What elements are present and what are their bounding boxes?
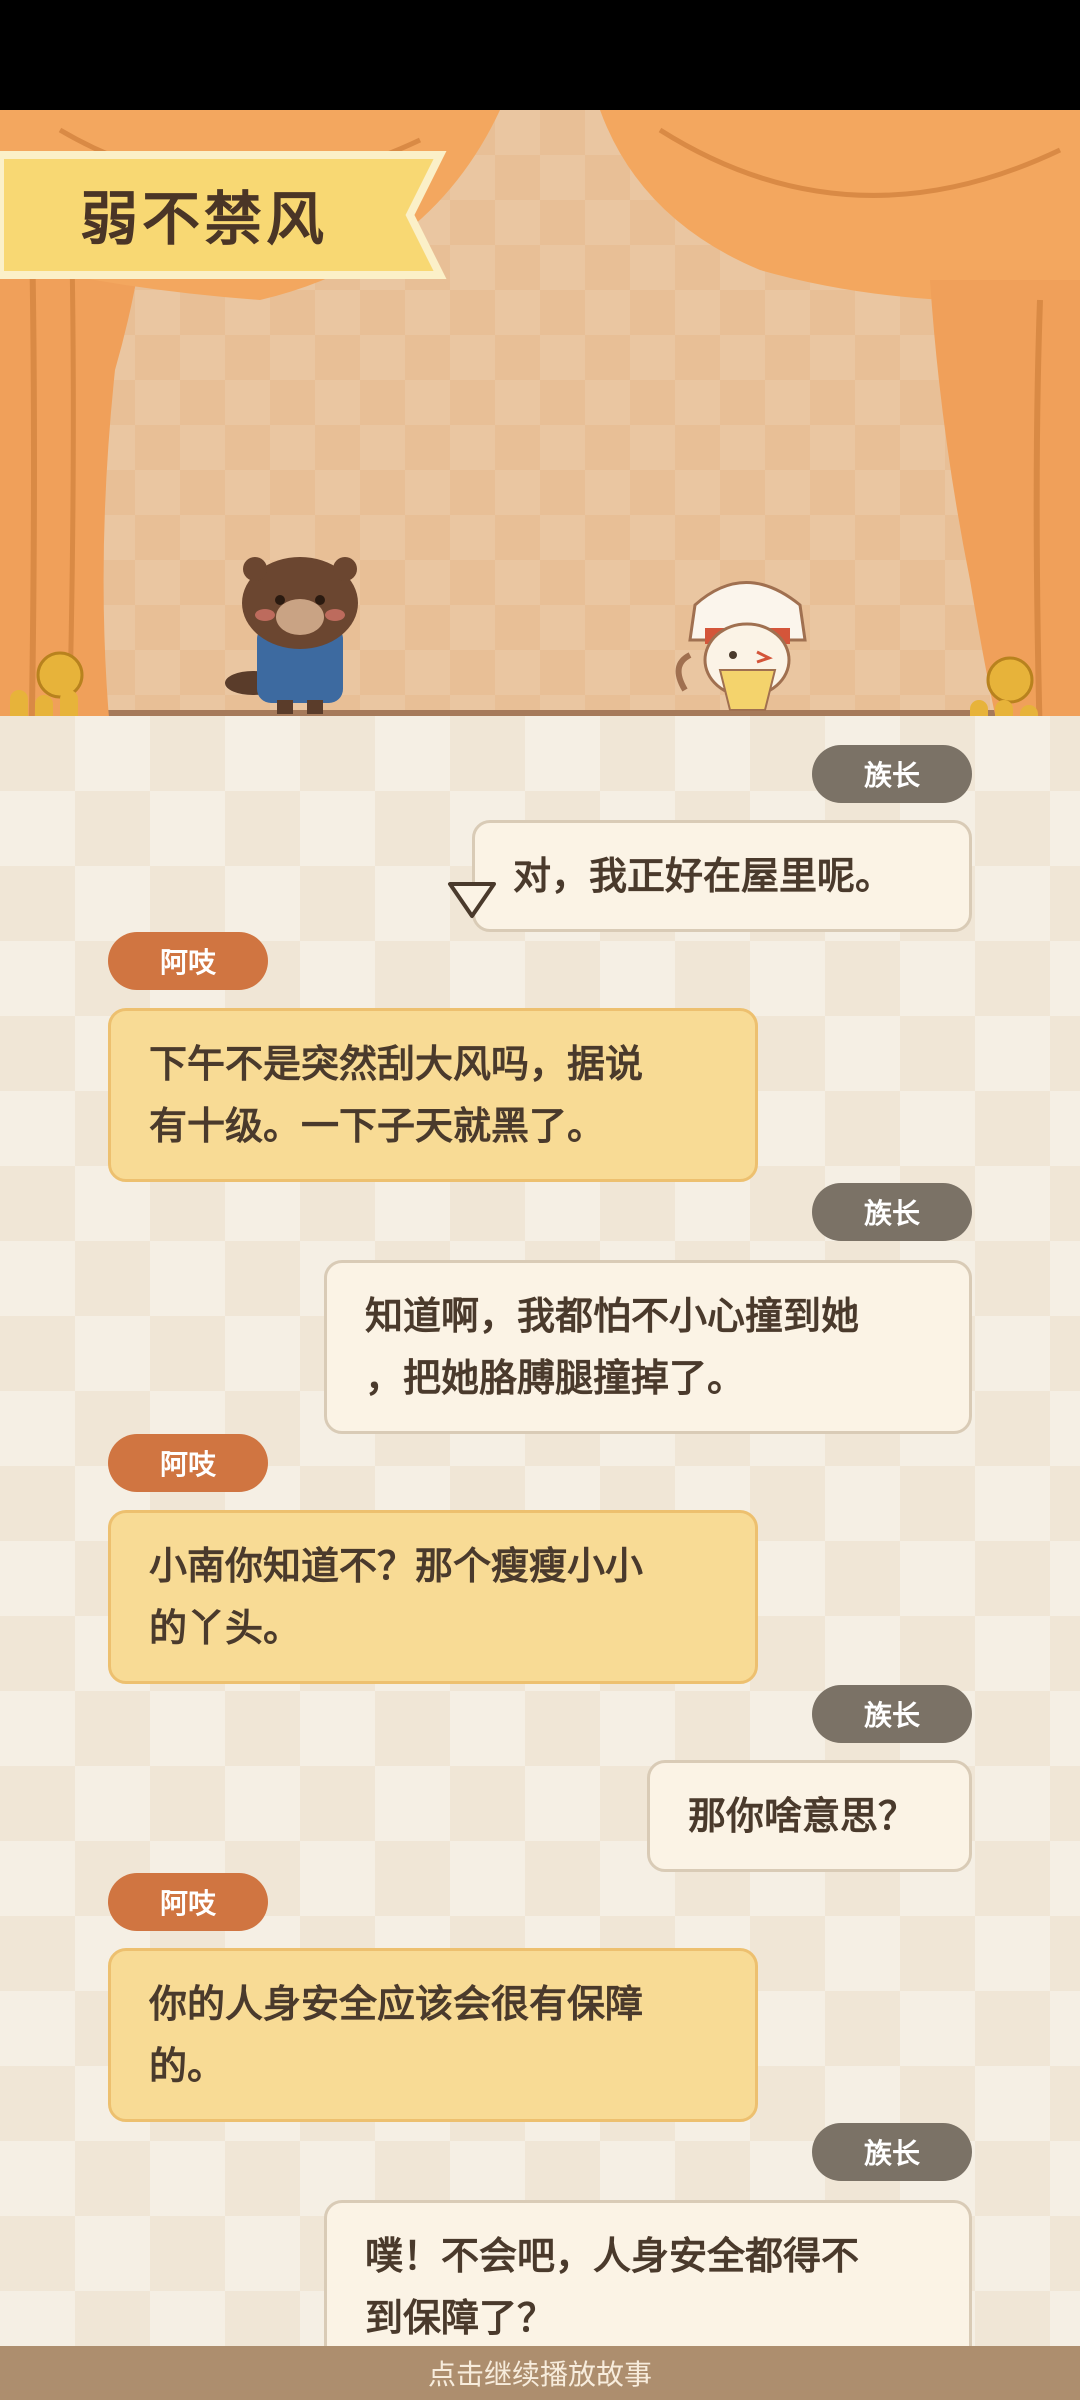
dialogue-bubble-4: 小南你知道不？那个瘦瘦小小 的丫头。 [108, 1510, 758, 1684]
beaver-character [225, 557, 358, 714]
speaker-tag-axi: 阿吱 [108, 1873, 268, 1931]
chief-character [675, 581, 807, 711]
dialogue-bubble-2: 下午不是突然刮大风吗，据说 有十级。一下子天就黑了。 [108, 1008, 758, 1182]
continue-story-label: 点击继续播放故事 [427, 2358, 652, 2391]
dialogue-bubble-6: 你的人身安全应该会很有保障 的。 [108, 1948, 758, 2122]
speaker-tag-chief: 族长 [812, 1183, 972, 1241]
speaker-tag-chief: 族长 [812, 745, 972, 803]
dialogue-bubble-3: 知道啊，我都怕不小心撞到她 ，把她胳膊腿撞掉了。 [324, 1260, 972, 1434]
story-title: 弱不禁风 [80, 185, 329, 253]
speaker-tag-chief: 族长 [812, 2123, 972, 2181]
speaker-tag-axi: 阿吱 [108, 1434, 268, 1492]
continue-arrow-icon [448, 882, 496, 918]
dialogue-bubble-5: 那你啥意思？ [647, 1760, 972, 1872]
speaker-tag-chief: 族长 [812, 1685, 972, 1743]
speaker-tag-axi: 阿吱 [108, 932, 268, 990]
dialogue-bubble-1: 对，我正好在屋里呢。 [472, 820, 972, 932]
status-bar [0, 0, 1080, 110]
continue-story-bar[interactable]: 点击继续播放故事 [0, 2346, 1080, 2400]
